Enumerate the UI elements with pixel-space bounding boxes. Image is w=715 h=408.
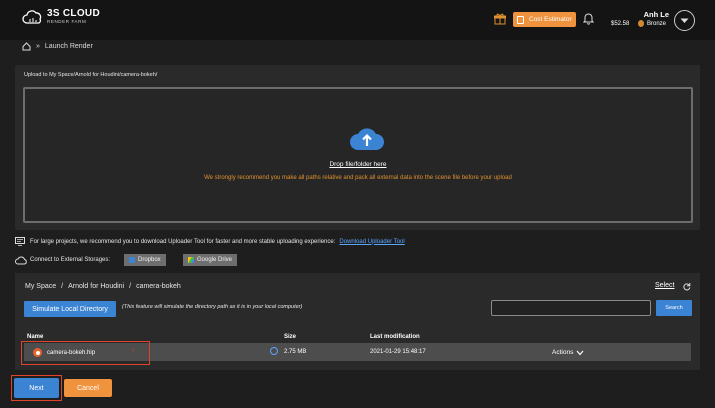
next-button[interactable]: Next xyxy=(14,378,59,398)
browser-path: My Space / Arnold for Houdini / camera-b… xyxy=(25,283,186,290)
file-size: 2.75 MB xyxy=(284,349,307,355)
user-menu-toggle[interactable] xyxy=(674,10,695,31)
cloud-upload-icon xyxy=(350,128,384,150)
user-tier: Bronze xyxy=(638,20,666,27)
simulate-note: (This feature will simulate the director… xyxy=(122,304,303,310)
dropbox-label: Dropbox xyxy=(138,257,161,263)
path-separator: / xyxy=(129,283,132,290)
bell-icon[interactable] xyxy=(583,12,594,25)
home-icon[interactable] xyxy=(22,41,31,51)
top-bar: 3S CLOUD RENDER FARM Cost Estimator Anh … xyxy=(0,0,715,40)
logo-subtitle: RENDER FARM xyxy=(47,19,87,24)
chevron-down-icon xyxy=(576,350,584,355)
user-balance: $52.58 xyxy=(611,21,630,27)
logo-title: 3S CLOUD xyxy=(47,8,100,19)
dropbox-button[interactable]: Dropbox xyxy=(124,254,166,266)
drop-label[interactable]: Drop file/folder here xyxy=(25,161,691,168)
select-checkbox[interactable] xyxy=(270,347,278,355)
cloud-logo-icon xyxy=(22,10,42,24)
cost-estimator-label: Cost Estimator xyxy=(529,16,572,23)
monitor-icon xyxy=(15,237,25,246)
path-segment-camera-bokeh[interactable]: camera-bokeh xyxy=(136,283,181,290)
file-highlight-box xyxy=(21,341,150,365)
google-drive-icon xyxy=(188,257,194,263)
dropbox-icon xyxy=(129,257,135,263)
simulate-local-directory-button[interactable]: Simulate Local Directory xyxy=(24,301,116,317)
upload-panel: Upload to My Space/Arnold for Houdini/ca… xyxy=(15,65,700,230)
search-button[interactable]: Search xyxy=(656,300,692,316)
select-link[interactable]: Select xyxy=(655,282,674,289)
refresh-icon[interactable] xyxy=(682,282,691,291)
medal-icon xyxy=(638,20,644,27)
path-segment-my-space[interactable]: My Space xyxy=(25,283,56,290)
actions-label: Actions xyxy=(552,349,574,356)
drop-zone[interactable]: Drop file/folder here We strongly recomm… xyxy=(23,87,693,223)
upload-warning: We strongly recommend you make all paths… xyxy=(204,175,512,181)
external-storages: Connect to External Storages: xyxy=(15,254,110,266)
breadcrumb: » Launch Render xyxy=(22,41,93,51)
calculator-icon xyxy=(517,15,524,24)
breadcrumb-separator: » xyxy=(36,42,40,50)
cost-estimator-button[interactable]: Cost Estimator xyxy=(513,12,576,27)
search-input[interactable] xyxy=(491,300,651,316)
file-modified: 2021-01-29 15:48:17 xyxy=(370,349,426,355)
user-info[interactable]: Anh Le $52.58 Bronze xyxy=(605,10,669,32)
breadcrumb-current: Launch Render xyxy=(44,42,93,50)
gift-icon[interactable] xyxy=(494,13,506,25)
download-uploader-link[interactable]: Download Uploader Tool xyxy=(339,239,404,245)
path-segment-arnold-for-houdini[interactable]: Arnold for Houdini xyxy=(68,283,124,290)
column-header-name: Name xyxy=(27,334,44,340)
user-name: Anh Le xyxy=(643,10,669,19)
cloud-icon xyxy=(15,256,27,264)
chevron-down-icon xyxy=(680,18,689,23)
google-drive-button[interactable]: Google Drive xyxy=(183,254,238,266)
user-tier-label: Bronze xyxy=(647,20,667,27)
uploader-notice: For large projects, we recommend you to … xyxy=(15,237,405,246)
logo[interactable]: 3S CLOUD RENDER FARM xyxy=(22,8,100,26)
column-header-modified: Last modification xyxy=(370,334,420,340)
external-storages-label: Connect to External Storages: xyxy=(30,257,111,263)
uploader-notice-text: For large projects, we recommend you to … xyxy=(30,238,336,245)
path-separator: / xyxy=(61,283,64,290)
actions-dropdown[interactable]: Actions xyxy=(552,349,584,356)
column-header-size: Size xyxy=(284,334,297,340)
upload-path: Upload to My Space/Arnold for Houdini/ca… xyxy=(24,72,158,78)
cancel-button[interactable]: Cancel xyxy=(64,379,112,397)
google-drive-label: Google Drive xyxy=(197,257,233,263)
